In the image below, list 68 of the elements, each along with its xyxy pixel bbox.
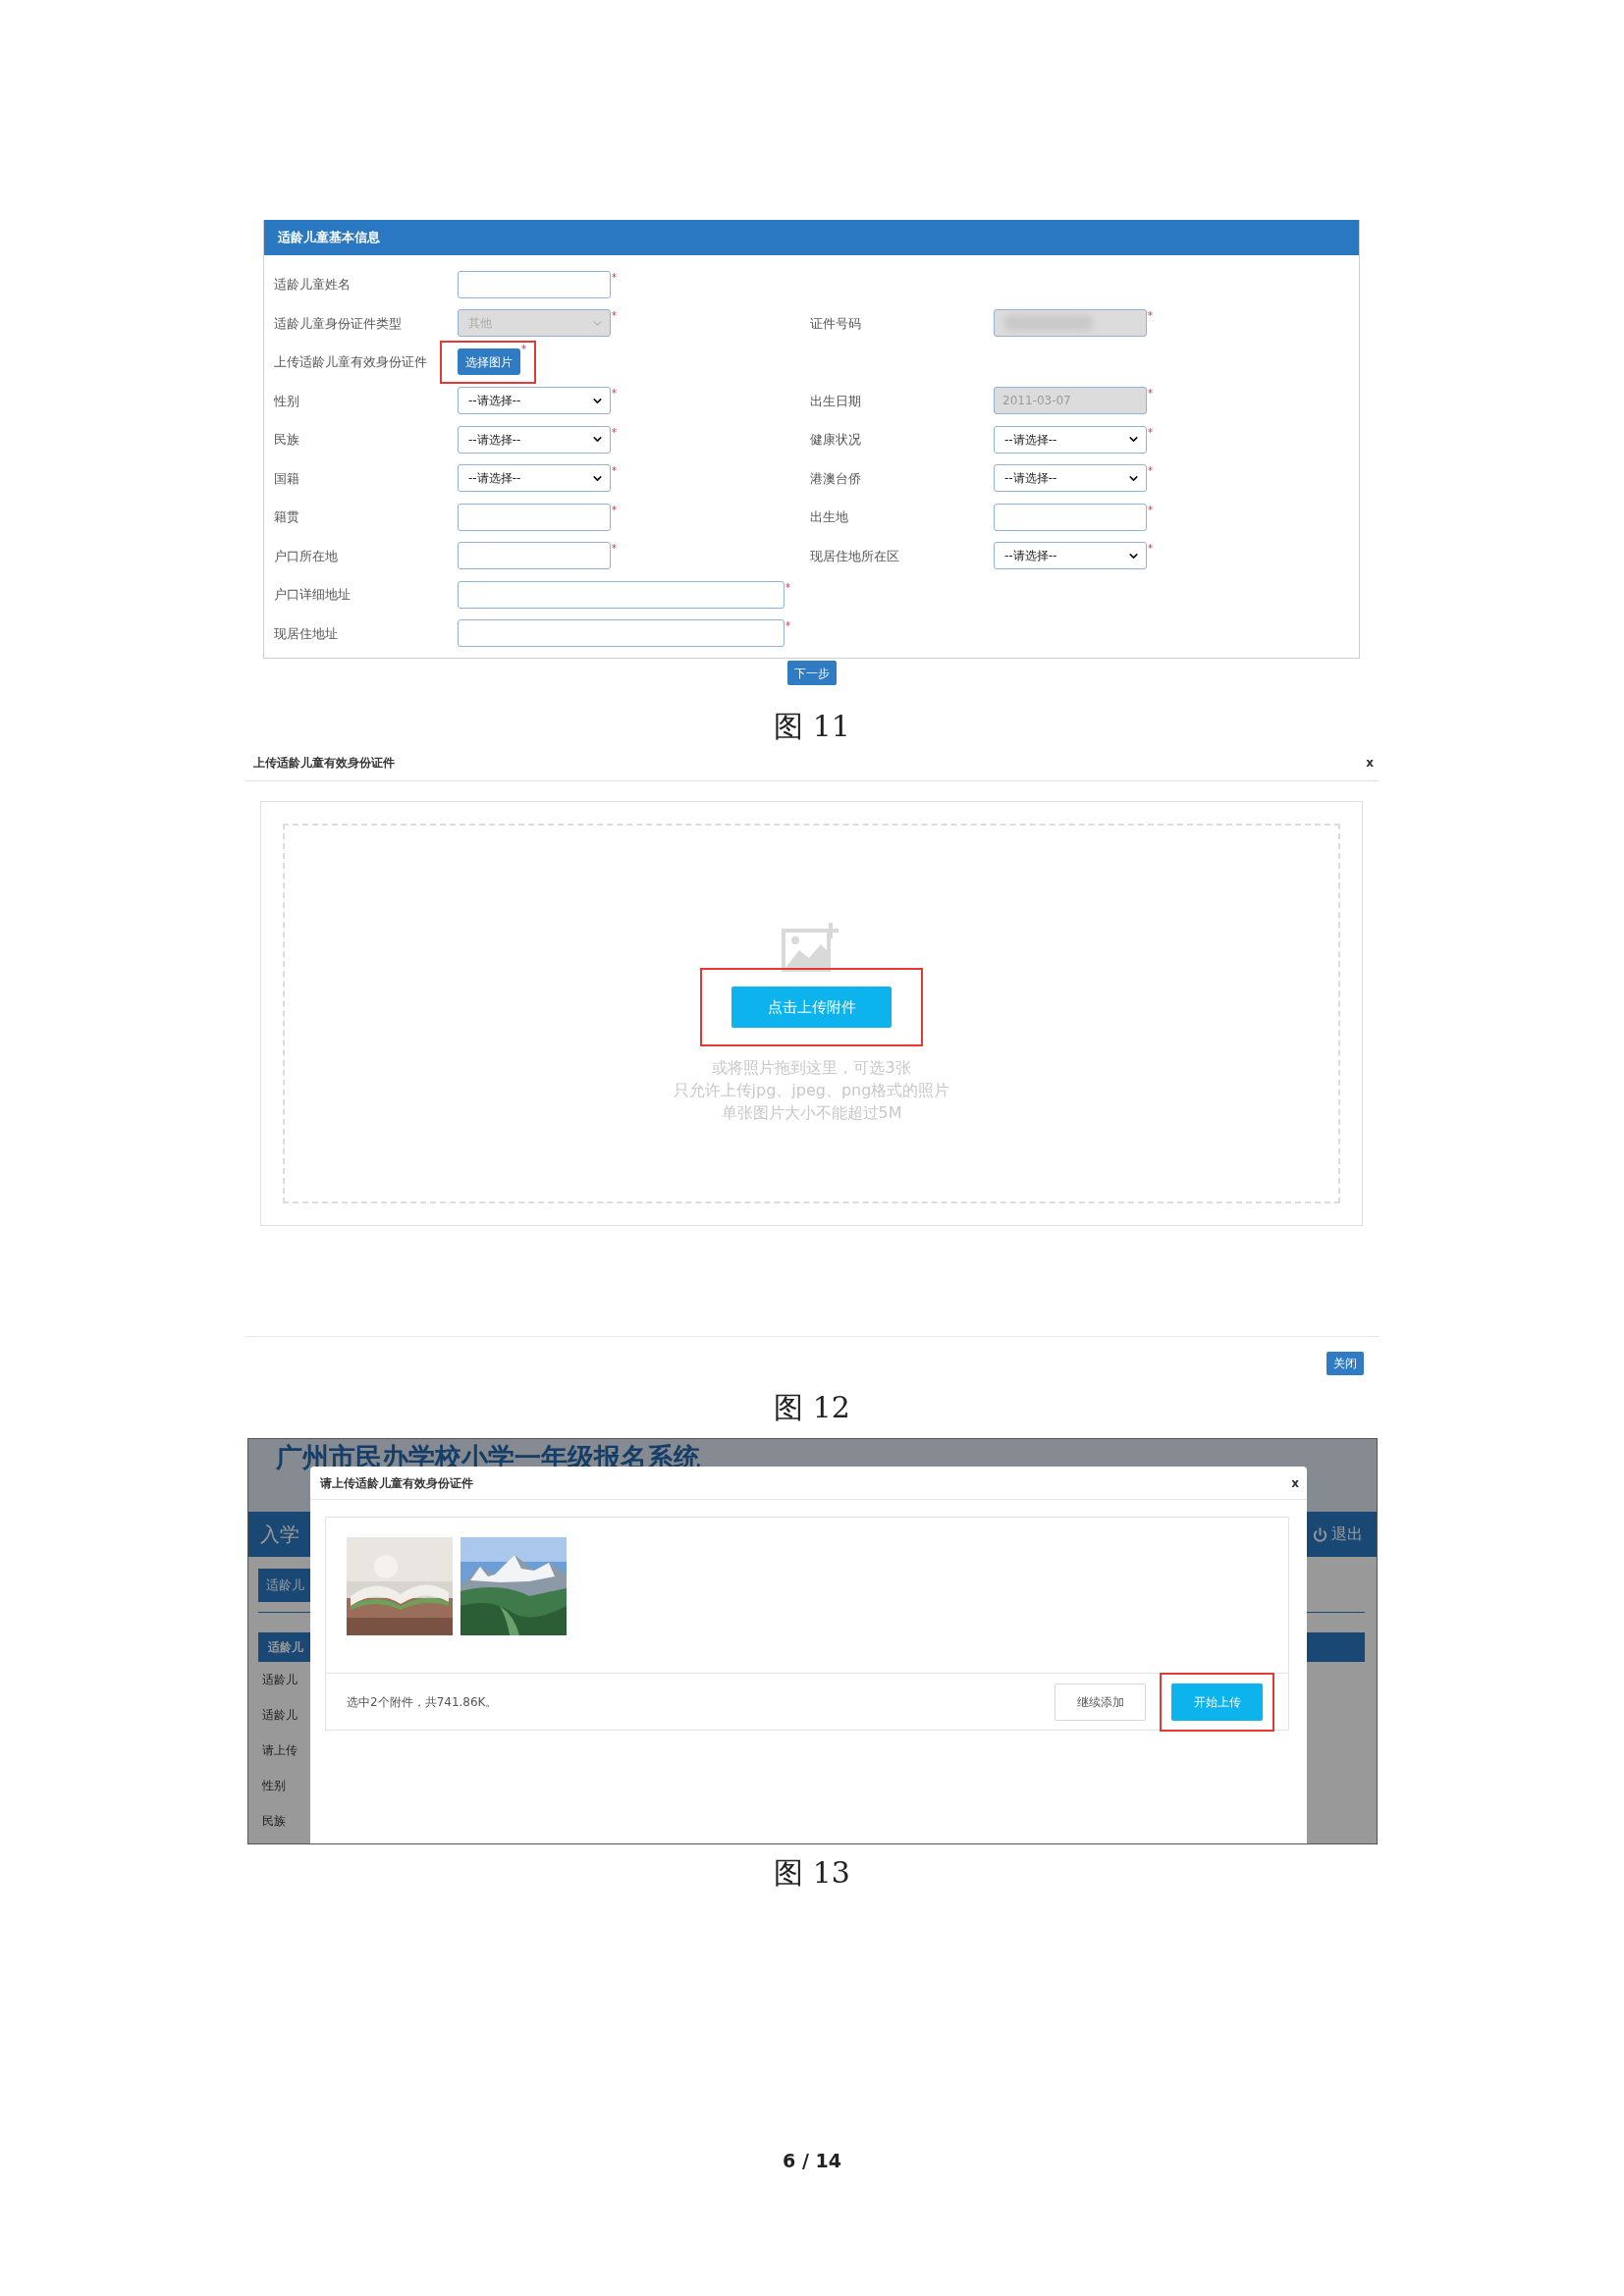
select-dropdown[interactable]: --请选择-- [458, 387, 611, 415]
panel-title: 适龄儿童基本信息 [278, 229, 380, 247]
figure-caption: 图 13 [774, 1856, 850, 1890]
close-button[interactable]: 关闭 [1326, 1352, 1364, 1375]
text-field[interactable] [458, 619, 785, 648]
required-mark: * [612, 427, 617, 438]
field-label: 性别 [262, 1778, 286, 1794]
field-label: 户口所在地 [274, 547, 339, 565]
logout-link[interactable]: 退出 [1331, 1522, 1363, 1546]
required-mark: * [785, 621, 790, 632]
field-label: 适龄儿 [262, 1707, 298, 1724]
required-mark: * [1148, 505, 1153, 515]
required-mark: * [1148, 466, 1153, 477]
required-mark: * [521, 344, 526, 354]
required-mark: * [612, 544, 617, 555]
text-field[interactable] [458, 542, 611, 570]
required-mark: * [1148, 389, 1153, 400]
field-label: 上传适龄儿童有效身份证件 [274, 353, 428, 371]
required-mark: * [1148, 311, 1153, 322]
selection-status: 选中2个附件，共741.86K。 [347, 1693, 498, 1711]
field-label: 健康状况 [810, 431, 862, 449]
dialog-title: 上传适龄儿童有效身份证件 [253, 755, 395, 772]
field-label: 现居住地址 [274, 624, 339, 643]
next-button[interactable]: 下一步 [787, 661, 837, 685]
required-mark: * [612, 311, 617, 322]
required-mark: * [785, 582, 790, 593]
power-icon [1313, 1526, 1327, 1542]
select-dropdown[interactable]: --请选择-- [458, 425, 611, 454]
field-label: 港澳台侨 [810, 469, 862, 488]
required-mark: * [612, 272, 617, 283]
field-label: 适龄儿童姓名 [274, 276, 352, 294]
figure-caption: 图 11 [774, 710, 850, 743]
modal-title: 请上传适龄儿童有效身份证件 [320, 1474, 473, 1492]
choose-image-button[interactable]: 选择图片 [458, 348, 520, 376]
text-field[interactable] [458, 270, 611, 298]
select-dropdown[interactable]: --请选择-- [994, 542, 1147, 570]
required-mark: * [1148, 544, 1153, 555]
text-field[interactable] [458, 503, 611, 531]
close-button[interactable]: x [1291, 1473, 1299, 1492]
upload-button[interactable]: 点击上传附件 [731, 987, 892, 1028]
field-label: 请上传 [262, 1742, 298, 1759]
select-dropdown[interactable]: --请选择-- [994, 464, 1147, 493]
field-label: 适龄儿 [262, 1672, 298, 1688]
add-more-button[interactable]: 继续添加 [1055, 1682, 1146, 1721]
text-field[interactable] [458, 580, 785, 609]
field-label: 出生地 [810, 508, 849, 526]
text-field[interactable] [994, 503, 1147, 531]
start-upload-button[interactable]: 开始上传 [1171, 1682, 1263, 1721]
field-label: 国籍 [274, 469, 300, 488]
nav-title: 入学 [260, 1522, 299, 1548]
select-dropdown[interactable]: --请选择-- [994, 425, 1147, 454]
field-label: 证件号码 [810, 314, 862, 333]
close-button[interactable]: x [1366, 754, 1374, 772]
required-mark: * [612, 505, 617, 515]
field-label: 现居住地所在区 [810, 547, 900, 565]
field-label: 出生日期 [810, 392, 862, 410]
field-label: 籍贯 [274, 508, 300, 526]
required-mark: * [1148, 427, 1153, 438]
select-dropdown[interactable]: --请选择-- [458, 464, 611, 493]
field-label: 性别 [274, 392, 300, 410]
field-label: 适龄儿童身份证件类型 [274, 314, 403, 333]
required-mark: * [612, 389, 617, 400]
field-label: 户口详细地址 [274, 586, 352, 604]
field-label: 民族 [262, 1813, 286, 1830]
figure-caption: 图 12 [774, 1391, 850, 1424]
field-label: 民族 [274, 431, 300, 449]
required-mark: * [612, 466, 617, 477]
page-number: 6 / 14 [783, 2149, 841, 2173]
